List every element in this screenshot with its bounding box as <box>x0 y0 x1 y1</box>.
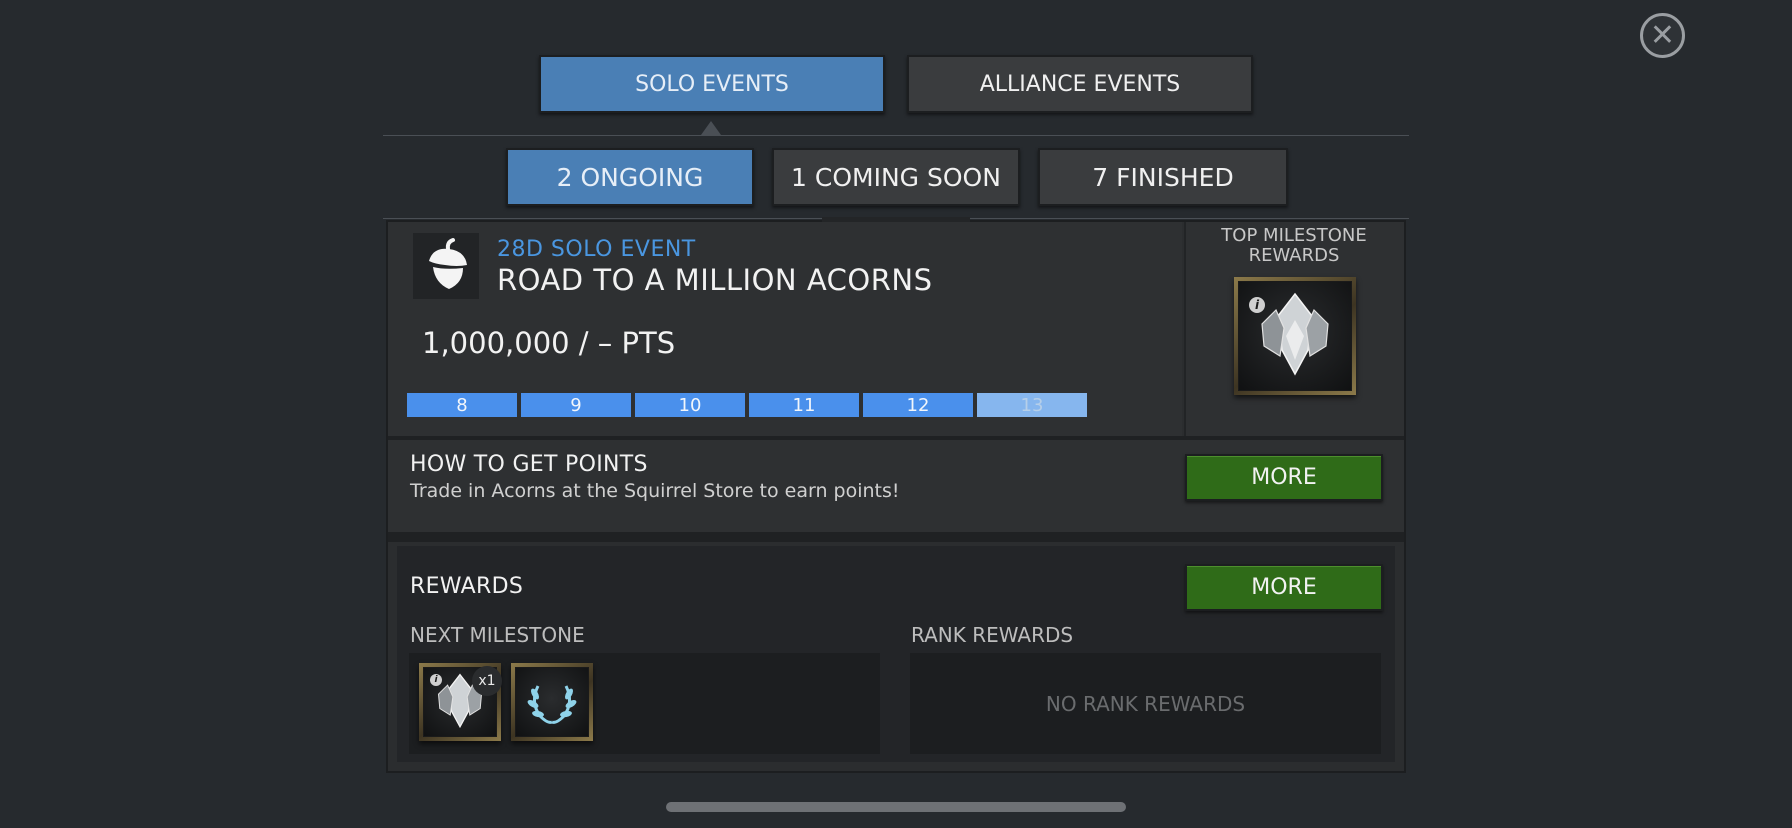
rewards-title: REWARDS <box>410 574 524 599</box>
milestone-segment: 12 <box>863 393 973 417</box>
active-tab-pointer <box>701 121 721 135</box>
no-rank-rewards-text: NO RANK REWARDS <box>1045 691 1246 716</box>
milestone-progress: 8 9 10 11 12 13 <box>407 393 1087 417</box>
next-milestone-label: NEXT MILESTONE <box>410 623 585 647</box>
reward-item-laurel[interactable] <box>511 663 593 741</box>
milestone-segment: 10 <box>635 393 745 417</box>
rank-rewards-label: RANK REWARDS <box>911 623 1074 647</box>
top-reward-item[interactable]: i <box>1234 277 1356 395</box>
event-title: ROAD TO A MILLION ACORNS <box>497 263 933 297</box>
section-divider <box>388 532 1404 542</box>
subtab-ongoing-label: 2 ONGOING <box>556 162 704 192</box>
tab-alliance-events-label: ALLIANCE EVENTS <box>979 71 1181 97</box>
divider-top <box>383 135 1409 136</box>
more-button-label: MORE <box>1251 575 1317 600</box>
how-to-title: HOW TO GET POINTS <box>410 452 648 477</box>
subtab-coming-soon[interactable]: 1 COMING SOON <box>772 148 1020 206</box>
subtab-finished[interactable]: 7 FINISHED <box>1038 148 1288 206</box>
rank-rewards-list: NO RANK REWARDS <box>910 653 1381 754</box>
close-button[interactable]: ✕ <box>1640 13 1685 58</box>
acorn-icon <box>413 233 479 299</box>
laurel-wreath-icon <box>527 685 577 724</box>
milestone-segment: 9 <box>521 393 631 417</box>
rewards-more-button[interactable]: MORE <box>1185 564 1383 611</box>
info-icon[interactable]: i <box>430 674 442 686</box>
crystal-icon <box>1261 292 1329 376</box>
tab-solo-events[interactable]: SOLO EVENTS <box>539 55 885 113</box>
how-to-more-button[interactable]: MORE <box>1185 454 1383 501</box>
subtab-ongoing[interactable]: 2 ONGOING <box>506 148 754 206</box>
subtab-finished-label: 7 FINISHED <box>1092 162 1234 192</box>
top-milestone-label: TOP MILESTONE REWARDS <box>1221 225 1367 266</box>
event-kind: 28D SOLO EVENT <box>497 237 696 262</box>
info-icon[interactable]: i <box>1249 297 1265 313</box>
event-points: 1,000,000 / – PTS <box>422 326 676 360</box>
close-icon: ✕ <box>1649 17 1676 53</box>
quantity-badge: x1 <box>472 666 502 696</box>
milestone-segment: 11 <box>749 393 859 417</box>
subtab-coming-soon-label: 1 COMING SOON <box>791 162 1001 192</box>
more-button-label: MORE <box>1251 465 1317 490</box>
how-to-description: Trade in Acorns at the Squirrel Store to… <box>410 480 900 502</box>
home-indicator[interactable] <box>666 802 1126 812</box>
reward-item-crystal[interactable]: i x1 <box>419 663 502 741</box>
milestone-segment: 8 <box>407 393 517 417</box>
milestone-segment: 13 <box>977 393 1087 417</box>
tab-alliance-events[interactable]: ALLIANCE EVENTS <box>907 55 1253 113</box>
tab-solo-events-label: SOLO EVENTS <box>635 71 789 97</box>
